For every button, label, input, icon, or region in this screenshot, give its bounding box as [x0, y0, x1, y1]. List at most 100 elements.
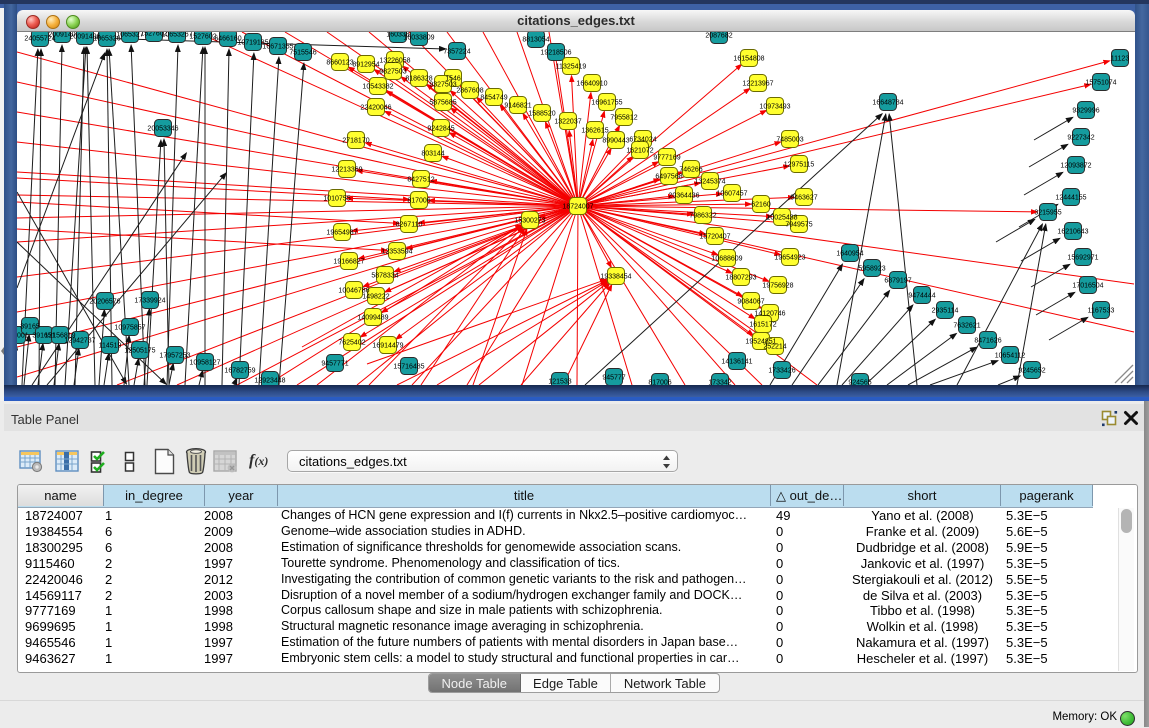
- svg-text:10688609: 10688609: [711, 255, 742, 262]
- svg-text:7986322: 7986322: [689, 212, 716, 219]
- svg-text:15692971: 15692971: [1067, 254, 1098, 261]
- svg-text:19654923: 19654923: [774, 254, 805, 261]
- svg-text:7949575: 7949575: [785, 221, 812, 228]
- svg-text:8813054: 8813054: [522, 36, 549, 43]
- svg-text:9227342: 9227342: [1067, 134, 1094, 141]
- svg-text:12505175: 12505175: [124, 347, 155, 354]
- svg-text:18724007: 18724007: [562, 203, 593, 210]
- svg-text:62160: 62160: [751, 201, 771, 208]
- svg-text:10973493: 10973493: [759, 103, 790, 110]
- svg-text:2867608: 2867608: [456, 87, 483, 94]
- svg-text:15751074: 15751074: [1085, 79, 1116, 86]
- svg-text:18807293: 18807293: [725, 274, 756, 281]
- svg-text:5958923: 5958923: [858, 265, 885, 272]
- svg-text:160338: 160338: [386, 32, 409, 38]
- svg-text:1322037: 1322037: [554, 118, 581, 125]
- svg-text:12353594: 12353594: [381, 248, 412, 255]
- svg-text:39165: 39165: [20, 323, 40, 330]
- svg-text:12923448: 12923448: [254, 377, 285, 384]
- svg-text:7955812: 7955812: [610, 114, 637, 121]
- svg-text:6734024: 6734024: [629, 136, 656, 143]
- svg-text:6497568: 6497568: [655, 173, 682, 180]
- svg-text:12975115: 12975115: [784, 161, 815, 168]
- svg-text:13226058: 13226058: [379, 57, 410, 64]
- svg-text:17339924: 17339924: [134, 297, 165, 304]
- svg-text:15300273: 15300273: [514, 217, 545, 224]
- svg-text:15716485: 15716485: [393, 363, 424, 370]
- svg-text:9242845: 9242845: [427, 125, 454, 132]
- svg-text:945777: 945777: [602, 374, 625, 381]
- svg-text:7632621: 7632621: [953, 322, 980, 329]
- svg-text:16961755: 16961755: [591, 99, 622, 106]
- svg-text:1362615: 1362615: [581, 127, 608, 134]
- svg-text:9463627: 9463627: [790, 194, 817, 201]
- svg-text:14136141: 14136141: [721, 358, 752, 365]
- svg-text:17957253: 17957253: [159, 352, 190, 359]
- svg-text:1733426: 1733426: [768, 367, 795, 374]
- svg-text:20206576: 20206576: [89, 298, 120, 305]
- svg-text:9327503: 9327503: [429, 81, 456, 88]
- svg-text:10958127: 10958127: [189, 359, 220, 366]
- svg-text:14099489: 14099489: [357, 314, 388, 321]
- svg-text:5878334: 5878334: [371, 272, 398, 279]
- svg-text:16648784: 16648784: [872, 99, 903, 106]
- svg-text:12942737: 12942737: [64, 337, 95, 344]
- svg-text:1498222: 1498222: [362, 293, 389, 300]
- svg-text:1167533: 1167533: [1088, 307, 1115, 314]
- svg-text:1588520: 1588520: [528, 110, 555, 117]
- svg-text:11325419: 11325419: [556, 63, 587, 70]
- svg-text:12093872: 12093872: [1060, 162, 1091, 169]
- svg-text:803144: 803144: [421, 150, 444, 157]
- svg-text:12444155: 12444155: [1055, 194, 1086, 201]
- svg-text:16154808: 16154808: [733, 55, 764, 62]
- svg-text:16914479: 16914479: [372, 342, 403, 349]
- svg-text:8454749: 8454749: [480, 94, 507, 101]
- svg-text:19338454: 19338454: [600, 273, 631, 280]
- svg-text:11123: 11123: [1111, 55, 1130, 62]
- svg-text:1615172: 1615172: [749, 321, 776, 328]
- svg-text:10654112: 10654112: [995, 352, 1026, 359]
- svg-text:2718170: 2718170: [342, 137, 369, 144]
- svg-text:8912954: 8912954: [352, 61, 379, 68]
- svg-text:13245374: 13245374: [694, 178, 725, 185]
- svg-text:22420046: 22420046: [360, 104, 391, 111]
- svg-text:114519: 114519: [99, 342, 122, 349]
- svg-text:5875685: 5875685: [429, 99, 456, 106]
- svg-text:19654987: 19654987: [326, 229, 357, 236]
- svg-text:14120746: 14120746: [754, 310, 785, 317]
- svg-text:1621072: 1621072: [626, 147, 653, 154]
- svg-text:7357224: 7357224: [443, 48, 470, 55]
- svg-text:19218506: 19218506: [540, 49, 571, 56]
- svg-text:10607457: 10607457: [716, 190, 747, 197]
- svg-text:16210643: 16210643: [1057, 228, 1088, 235]
- svg-text:2087682: 2087682: [705, 32, 732, 39]
- svg-text:252214: 252214: [763, 343, 786, 350]
- svg-text:7625402: 7625402: [338, 339, 365, 346]
- svg-text:19166827: 19166827: [333, 258, 364, 265]
- svg-text:1527602: 1527602: [189, 33, 216, 40]
- svg-text:9146821: 9146821: [504, 102, 531, 109]
- svg-text:9084067: 9084067: [737, 298, 764, 305]
- svg-text:12213967: 12213967: [742, 80, 773, 87]
- svg-text:8990443: 8990443: [602, 137, 629, 144]
- svg-text:9457771: 9457771: [321, 360, 348, 367]
- svg-text:7485003: 7485003: [776, 136, 803, 143]
- svg-text:17016504: 17016504: [1072, 282, 1103, 289]
- svg-text:1640954: 1640954: [836, 250, 863, 257]
- svg-text:15720407: 15720407: [699, 233, 730, 240]
- svg-text:9245652: 9245652: [1018, 367, 1045, 374]
- svg-text:2935114: 2935114: [932, 307, 959, 314]
- svg-text:3215955: 3215955: [1034, 209, 1061, 216]
- svg-text:10975857: 10975857: [114, 324, 145, 331]
- svg-text:7515546: 7515546: [289, 49, 316, 56]
- svg-text:16640910: 16640910: [576, 80, 607, 87]
- svg-text:9777169: 9777169: [653, 154, 680, 161]
- svg-text:9329996: 9329996: [1072, 107, 1099, 114]
- svg-text:1010755: 1010755: [323, 195, 350, 202]
- svg-text:10543382: 10543382: [362, 83, 393, 90]
- svg-text:9474444: 9474444: [908, 292, 935, 299]
- svg-text:8427512: 8427512: [407, 176, 434, 183]
- svg-text:746266: 746266: [679, 166, 702, 173]
- svg-text:20053346: 20053346: [147, 125, 178, 132]
- svg-text:8660123: 8660123: [326, 59, 353, 66]
